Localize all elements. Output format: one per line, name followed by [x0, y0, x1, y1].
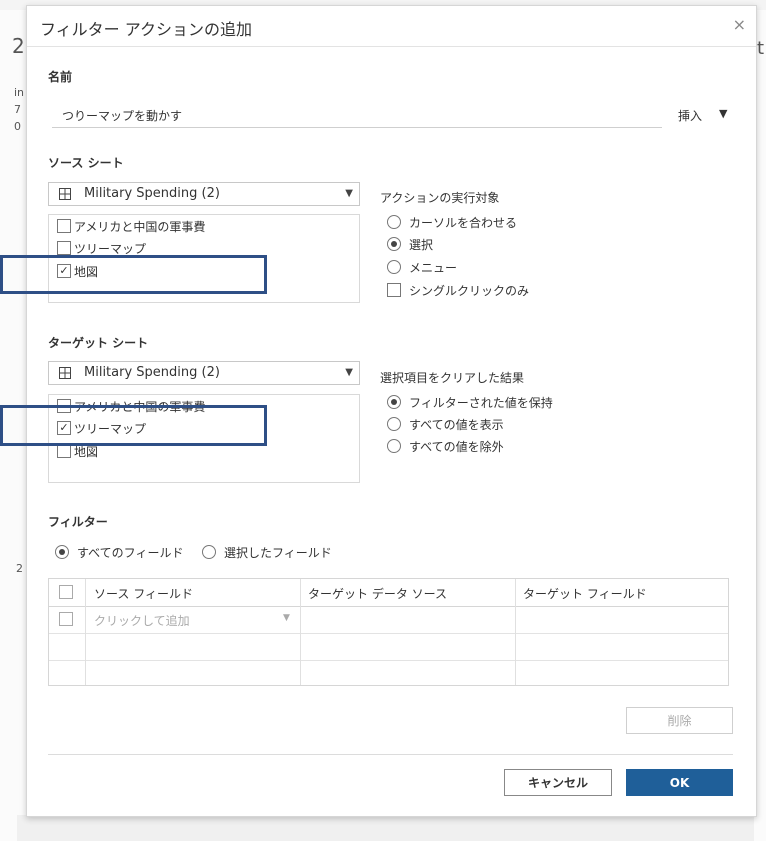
target-sheet-dropdown[interactable]: Military Spending (2) ▼ [48, 361, 360, 385]
background-text: t [757, 38, 765, 59]
radio-label: すべての値を除外 [409, 440, 504, 454]
checkbox[interactable] [57, 444, 71, 458]
chevron-down-icon[interactable]: ▼ [283, 613, 290, 623]
radio-exclude-all[interactable] [387, 439, 401, 453]
source-sheet-item-label: アメリカと中国の軍事費 [74, 220, 206, 234]
target-sheet-item-label: ツリーマップ [74, 422, 147, 436]
radio-label: メニュー [409, 261, 458, 275]
target-sheet-list: アメリカと中国の軍事費 ✓ ツリーマップ 地図 [48, 394, 360, 483]
column-header: ターゲット フィールド [523, 587, 647, 601]
background-text: 0 [14, 120, 21, 133]
source-sheet-label: ソース シート [48, 156, 124, 170]
radio-label: すべての値を表示 [409, 418, 504, 432]
checkbox[interactable]: ✓ [57, 264, 71, 278]
radio-show-all[interactable] [387, 417, 401, 431]
source-sheet-dropdown[interactable]: Military Spending (2) ▼ [48, 182, 360, 206]
background-left-margin [0, 10, 26, 841]
column-header: ターゲット データ ソース [308, 587, 448, 601]
radio-select[interactable] [387, 237, 401, 251]
column-divider [300, 579, 301, 685]
background-text: 2 [16, 562, 23, 575]
row-checkbox[interactable] [59, 612, 73, 626]
radio-hover[interactable] [387, 215, 401, 229]
source-sheet-list: アメリカと中国の軍事費 ツリーマップ ✓ 地図 [48, 214, 360, 303]
column-divider [515, 579, 516, 685]
target-sheet-item-label: 地図 [74, 445, 99, 459]
source-sheet-value: Military Spending (2) [84, 186, 220, 201]
chevron-down-icon: ▼ [345, 188, 353, 199]
radio-label: フィルターされた値を保持 [409, 396, 553, 410]
run-action-label: アクションの実行対象 [380, 191, 500, 205]
close-icon[interactable]: × [733, 15, 746, 34]
radio-label: すべてのフィールド [77, 546, 184, 560]
field-mapping-table: ソース フィールド ターゲット データ ソース ターゲット フィールド クリック… [48, 578, 729, 686]
dialog-titlebar: フィルター アクションの追加 × [27, 6, 756, 47]
name-label: 名前 [48, 70, 73, 84]
filter-label: フィルター [48, 515, 108, 529]
ok-button[interactable]: OK [626, 769, 733, 796]
cancel-button[interactable]: キャンセル [504, 769, 612, 796]
select-all-checkbox[interactable] [59, 585, 73, 599]
radio-keep-filtered[interactable] [387, 395, 401, 409]
radio-all-fields[interactable] [55, 545, 69, 559]
target-sheet-value: Military Spending (2) [84, 365, 220, 380]
target-sheet-label: ターゲット シート [48, 336, 149, 350]
dialog-title: フィルター アクションの追加 [40, 20, 252, 39]
insert-dropdown-icon[interactable]: ▼ [719, 107, 727, 120]
chevron-down-icon: ▼ [345, 367, 353, 378]
checkbox[interactable]: ✓ [57, 421, 71, 435]
table-row[interactable]: クリックして追加 ▼ [49, 606, 728, 634]
datasource-grid-icon [59, 367, 71, 379]
insert-button[interactable]: 挿入 [678, 107, 702, 124]
add-field-placeholder[interactable]: クリックして追加 [94, 612, 190, 629]
checkbox[interactable] [387, 283, 401, 297]
clear-selection-label: 選択項目をクリアした結果 [380, 371, 525, 385]
datasource-grid-icon [59, 188, 71, 200]
column-divider [85, 579, 86, 685]
checkbox[interactable] [57, 399, 71, 413]
footer-divider [48, 754, 733, 755]
table-header: ソース フィールド ターゲット データ ソース ターゲット フィールド [49, 579, 728, 607]
background-bottom-strip [17, 815, 754, 841]
background-text: 2 [12, 34, 25, 58]
action-name-input[interactable] [52, 104, 662, 128]
table-row [49, 660, 728, 687]
delete-button[interactable]: 削除 [626, 707, 733, 734]
source-sheet-item-label: ツリーマップ [74, 242, 147, 256]
checkbox[interactable] [57, 241, 71, 255]
radio-label: 選択したフィールド [224, 546, 332, 560]
radio-label: 選択 [409, 238, 434, 252]
table-row [49, 633, 728, 661]
radio-menu[interactable] [387, 260, 401, 274]
source-sheet-item-label: 地図 [74, 265, 99, 279]
filter-action-dialog: フィルター アクションの追加 × 名前 挿入 ▼ ソース シート Militar… [26, 5, 757, 817]
background-text: 7 [14, 103, 21, 116]
checkbox[interactable] [57, 219, 71, 233]
background-text: in [14, 86, 25, 99]
column-header: ソース フィールド [94, 587, 193, 601]
target-sheet-item-label: アメリカと中国の軍事費 [74, 400, 206, 414]
radio-selected-fields[interactable] [202, 545, 216, 559]
single-click-label: シングルクリックのみ [409, 284, 530, 298]
radio-label: カーソルを合わせる [409, 216, 518, 230]
